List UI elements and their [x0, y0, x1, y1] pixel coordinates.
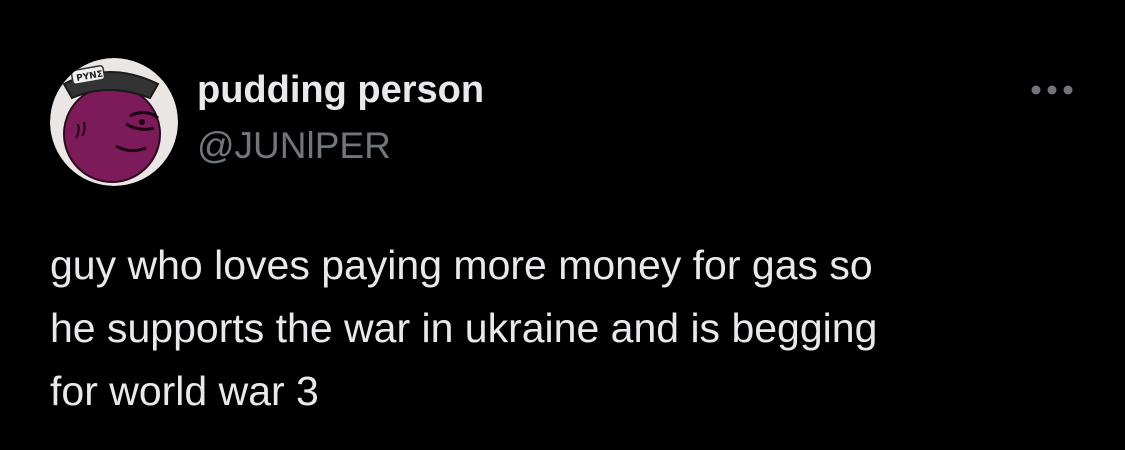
profile-avatar-icon: ΡΥΝΣ [50, 58, 178, 186]
tweet-text: guy who loves paying more money for gas … [50, 242, 878, 414]
profile-avatar[interactable]: ΡΥΝΣ [50, 58, 178, 186]
author-handle[interactable]: @JUNlPER [197, 124, 391, 168]
tweet-card: ΡΥΝΣ pudding person @JUNlPER guy who lov… [0, 0, 1125, 450]
more-options-button[interactable] [1022, 72, 1082, 108]
more-options-icon [1031, 85, 1073, 95]
author-display-name[interactable]: pudding person [197, 68, 484, 112]
